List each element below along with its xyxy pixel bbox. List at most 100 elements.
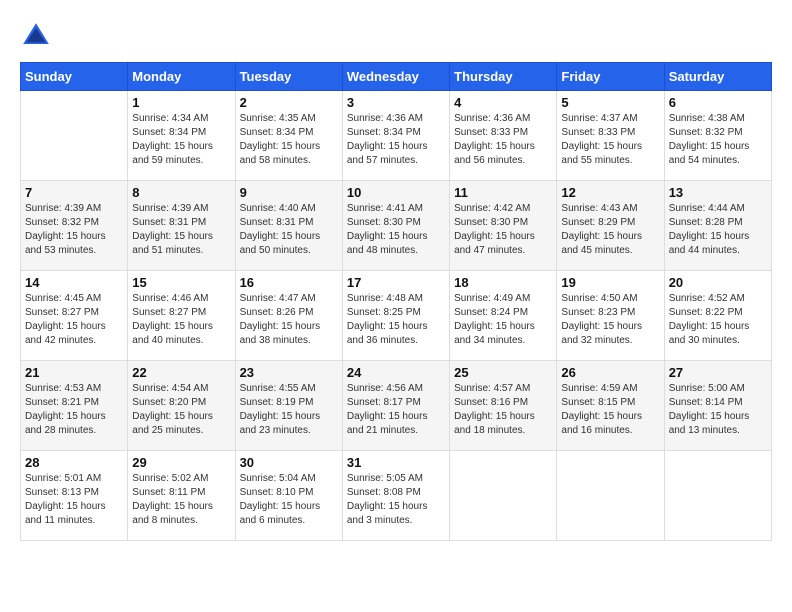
calendar-cell: 31 Sunrise: 5:05 AM Sunset: 8:08 PM Dayli… xyxy=(342,451,449,541)
calendar-cell: 5Sunrise: 4:37 AM Sunset: 8:33 PM Daylig… xyxy=(557,91,664,181)
day-info: Sunrise: 4:39 AM Sunset: 8:31 PM Dayligh… xyxy=(132,202,230,258)
day-number: 12 xyxy=(561,185,659,200)
calendar-cell: 11 Sunrise: 4:42 AM Sunset: 8:30 PM Dayli… xyxy=(450,181,557,271)
calendar-cell: 14Sunrise: 4:45 AM Sunset: 8:27 PM Dayli… xyxy=(21,271,128,361)
day-info: Sunrise: 4:59 AM Sunset: 8:15 PM Dayligh… xyxy=(561,382,659,438)
day-info: Sunrise: 4:41 AM Sunset: 8:30 PM Dayligh… xyxy=(347,202,445,258)
day-info: Sunrise: 4:34 AM Sunset: 8:34 PM Dayligh… xyxy=(132,112,230,168)
day-number: 21 xyxy=(25,365,123,380)
logo xyxy=(20,20,56,52)
calendar-day-header: Wednesday xyxy=(342,63,449,91)
day-number: 7 xyxy=(25,185,123,200)
calendar-cell: 2 Sunrise: 4:35 AM Sunset: 8:34 PM Daylig… xyxy=(235,91,342,181)
calendar-cell: 22 Sunrise: 4:54 AM Sunset: 8:20 PM Dayli… xyxy=(128,361,235,451)
calendar-cell: 28Sunrise: 5:01 AM Sunset: 8:13 PM Dayli… xyxy=(21,451,128,541)
day-number: 11 xyxy=(454,185,552,200)
calendar-cell xyxy=(21,91,128,181)
day-number: 16 xyxy=(240,275,338,290)
day-number: 6 xyxy=(669,95,767,110)
logo-icon xyxy=(20,20,52,52)
calendar-cell: 23 Sunrise: 4:55 AM Sunset: 8:19 PM Dayli… xyxy=(235,361,342,451)
calendar-cell: 20 Sunrise: 4:52 AM Sunset: 8:22 PM Dayli… xyxy=(664,271,771,361)
calendar-body: 1 Sunrise: 4:34 AM Sunset: 8:34 PM Daylig… xyxy=(21,91,772,541)
calendar-cell: 15Sunrise: 4:46 AM Sunset: 8:27 PM Dayli… xyxy=(128,271,235,361)
page-header xyxy=(20,20,772,52)
calendar-week-row: 14Sunrise: 4:45 AM Sunset: 8:27 PM Dayli… xyxy=(21,271,772,361)
day-number: 10 xyxy=(347,185,445,200)
calendar-cell: 24 Sunrise: 4:56 AM Sunset: 8:17 PM Dayli… xyxy=(342,361,449,451)
day-info: Sunrise: 4:50 AM Sunset: 8:23 PM Dayligh… xyxy=(561,292,659,348)
calendar-week-row: 7Sunrise: 4:39 AM Sunset: 8:32 PM Daylig… xyxy=(21,181,772,271)
day-number: 23 xyxy=(240,365,338,380)
calendar-cell: 9 Sunrise: 4:40 AM Sunset: 8:31 PM Daylig… xyxy=(235,181,342,271)
day-number: 17 xyxy=(347,275,445,290)
day-info: Sunrise: 5:00 AM Sunset: 8:14 PM Dayligh… xyxy=(669,382,767,438)
day-info: Sunrise: 4:52 AM Sunset: 8:22 PM Dayligh… xyxy=(669,292,767,348)
day-number: 27 xyxy=(669,365,767,380)
day-info: Sunrise: 4:44 AM Sunset: 8:28 PM Dayligh… xyxy=(669,202,767,258)
day-info: Sunrise: 5:05 AM Sunset: 8:08 PM Dayligh… xyxy=(347,472,445,528)
calendar-day-header: Saturday xyxy=(664,63,771,91)
calendar-week-row: 28Sunrise: 5:01 AM Sunset: 8:13 PM Dayli… xyxy=(21,451,772,541)
day-info: Sunrise: 4:56 AM Sunset: 8:17 PM Dayligh… xyxy=(347,382,445,438)
day-number: 29 xyxy=(132,455,230,470)
day-info: Sunrise: 4:42 AM Sunset: 8:30 PM Dayligh… xyxy=(454,202,552,258)
day-info: Sunrise: 5:04 AM Sunset: 8:10 PM Dayligh… xyxy=(240,472,338,528)
day-number: 15 xyxy=(132,275,230,290)
calendar-cell: 30 Sunrise: 5:04 AM Sunset: 8:10 PM Dayli… xyxy=(235,451,342,541)
calendar-cell: 19 Sunrise: 4:50 AM Sunset: 8:23 PM Dayli… xyxy=(557,271,664,361)
day-number: 25 xyxy=(454,365,552,380)
day-info: Sunrise: 4:48 AM Sunset: 8:25 PM Dayligh… xyxy=(347,292,445,348)
day-number: 1 xyxy=(132,95,230,110)
calendar-cell xyxy=(664,451,771,541)
day-info: Sunrise: 4:55 AM Sunset: 8:19 PM Dayligh… xyxy=(240,382,338,438)
day-info: Sunrise: 5:02 AM Sunset: 8:11 PM Dayligh… xyxy=(132,472,230,528)
day-info: Sunrise: 4:45 AM Sunset: 8:27 PM Dayligh… xyxy=(25,292,123,348)
calendar-day-header: Tuesday xyxy=(235,63,342,91)
calendar-cell: 3 Sunrise: 4:36 AM Sunset: 8:34 PM Daylig… xyxy=(342,91,449,181)
day-info: Sunrise: 4:49 AM Sunset: 8:24 PM Dayligh… xyxy=(454,292,552,348)
day-info: Sunrise: 4:43 AM Sunset: 8:29 PM Dayligh… xyxy=(561,202,659,258)
day-info: Sunrise: 4:37 AM Sunset: 8:33 PM Dayligh… xyxy=(561,112,659,168)
day-info: Sunrise: 4:36 AM Sunset: 8:34 PM Dayligh… xyxy=(347,112,445,168)
day-number: 3 xyxy=(347,95,445,110)
day-info: Sunrise: 4:53 AM Sunset: 8:21 PM Dayligh… xyxy=(25,382,123,438)
day-info: Sunrise: 4:36 AM Sunset: 8:33 PM Dayligh… xyxy=(454,112,552,168)
calendar-cell: 21 Sunrise: 4:53 AM Sunset: 8:21 PM Dayli… xyxy=(21,361,128,451)
calendar-cell: 10 Sunrise: 4:41 AM Sunset: 8:30 PM Dayli… xyxy=(342,181,449,271)
calendar-header-row: SundayMondayTuesdayWednesdayThursdayFrid… xyxy=(21,63,772,91)
calendar-cell: 6 Sunrise: 4:38 AM Sunset: 8:32 PM Daylig… xyxy=(664,91,771,181)
day-number: 9 xyxy=(240,185,338,200)
calendar-day-header: Monday xyxy=(128,63,235,91)
calendar-day-header: Friday xyxy=(557,63,664,91)
day-number: 19 xyxy=(561,275,659,290)
day-number: 2 xyxy=(240,95,338,110)
calendar-cell: 26 Sunrise: 4:59 AM Sunset: 8:15 PM Dayli… xyxy=(557,361,664,451)
calendar-week-row: 21 Sunrise: 4:53 AM Sunset: 8:21 PM Dayli… xyxy=(21,361,772,451)
day-info: Sunrise: 4:35 AM Sunset: 8:34 PM Dayligh… xyxy=(240,112,338,168)
day-number: 24 xyxy=(347,365,445,380)
calendar-cell: 7Sunrise: 4:39 AM Sunset: 8:32 PM Daylig… xyxy=(21,181,128,271)
day-number: 31 xyxy=(347,455,445,470)
calendar-cell: 13Sunrise: 4:44 AM Sunset: 8:28 PM Dayli… xyxy=(664,181,771,271)
calendar-cell: 25Sunrise: 4:57 AM Sunset: 8:16 PM Dayli… xyxy=(450,361,557,451)
calendar-cell: 1 Sunrise: 4:34 AM Sunset: 8:34 PM Daylig… xyxy=(128,91,235,181)
day-info: Sunrise: 4:40 AM Sunset: 8:31 PM Dayligh… xyxy=(240,202,338,258)
calendar-week-row: 1 Sunrise: 4:34 AM Sunset: 8:34 PM Daylig… xyxy=(21,91,772,181)
calendar-day-header: Thursday xyxy=(450,63,557,91)
day-number: 22 xyxy=(132,365,230,380)
day-number: 30 xyxy=(240,455,338,470)
calendar-cell: 8 Sunrise: 4:39 AM Sunset: 8:31 PM Daylig… xyxy=(128,181,235,271)
day-info: Sunrise: 4:47 AM Sunset: 8:26 PM Dayligh… xyxy=(240,292,338,348)
calendar-cell: 17 Sunrise: 4:48 AM Sunset: 8:25 PM Dayli… xyxy=(342,271,449,361)
day-info: Sunrise: 4:38 AM Sunset: 8:32 PM Dayligh… xyxy=(669,112,767,168)
calendar-day-header: Sunday xyxy=(21,63,128,91)
day-number: 8 xyxy=(132,185,230,200)
calendar-cell: 12 Sunrise: 4:43 AM Sunset: 8:29 PM Dayli… xyxy=(557,181,664,271)
day-number: 20 xyxy=(669,275,767,290)
calendar-cell: 27 Sunrise: 5:00 AM Sunset: 8:14 PM Dayli… xyxy=(664,361,771,451)
day-number: 26 xyxy=(561,365,659,380)
day-info: Sunrise: 4:54 AM Sunset: 8:20 PM Dayligh… xyxy=(132,382,230,438)
calendar-cell: 4Sunrise: 4:36 AM Sunset: 8:33 PM Daylig… xyxy=(450,91,557,181)
day-info: Sunrise: 5:01 AM Sunset: 8:13 PM Dayligh… xyxy=(25,472,123,528)
